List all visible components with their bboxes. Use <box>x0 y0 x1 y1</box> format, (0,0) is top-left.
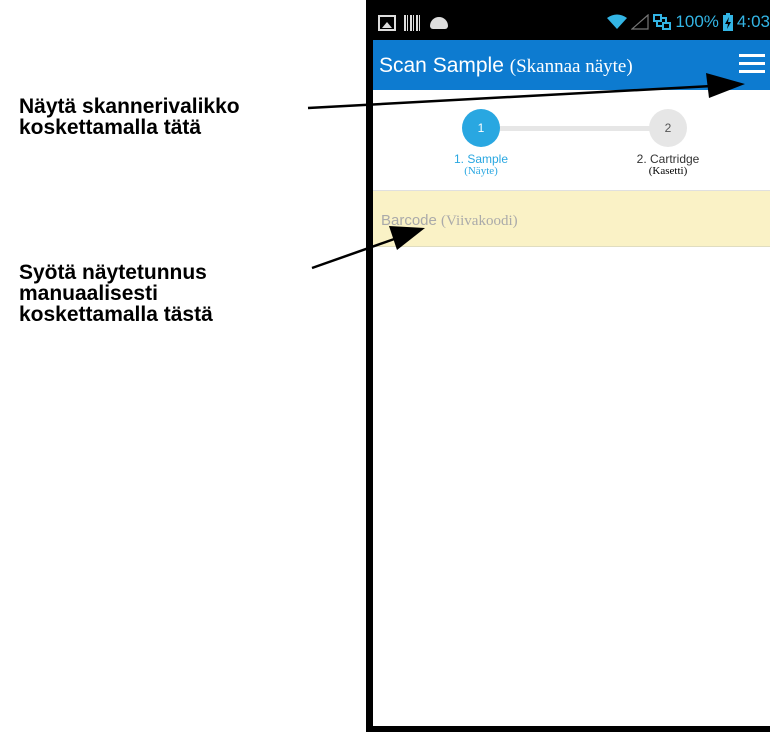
callout-line: koskettamalla tätä <box>19 116 202 139</box>
step-2-label: 2. Cartridge (Kasetti) <box>608 153 728 177</box>
callout-menu-instruction: Näytä skannerivalikko koskettamalla tätä <box>19 96 240 138</box>
step-1-circle[interactable]: 1 <box>462 109 500 147</box>
barcode-placeholder-text: Barcode <box>381 212 437 229</box>
step-1-label: 1. Sample (Näyte) <box>421 153 541 177</box>
barcode-placeholder: Barcode (Viivakoodi) <box>381 212 518 230</box>
phone-frame: 100% 4:03 Scan Sample (Skannaa näyte) 1 <box>366 0 770 732</box>
step-label-text: 1. Sample <box>453 152 509 166</box>
step-label-text: 2. Cartridge <box>636 152 700 166</box>
step-connector <box>483 126 668 131</box>
barcode-icon <box>404 15 422 31</box>
stepper: 1 2 1. Sample (Näyte) 2. Cartridge (Kase… <box>373 90 770 190</box>
callout-barcode-instruction: Syötä näytetunnus manuaalisesti kosketta… <box>19 262 213 325</box>
picture-icon <box>378 15 396 31</box>
phone-screen: 100% 4:03 Scan Sample (Skannaa näyte) 1 <box>373 8 770 726</box>
hamburger-menu-icon[interactable] <box>739 54 765 74</box>
clock-time: 4:03 <box>736 12 770 31</box>
android-icon <box>430 17 448 29</box>
page-title-text: Scan Sample <box>379 54 504 77</box>
battery-charging-icon <box>722 13 733 31</box>
status-bar: 100% 4:03 <box>373 8 770 40</box>
page-title: Scan Sample (Skannaa näyte) <box>379 54 633 78</box>
step-2-circle[interactable]: 2 <box>649 109 687 147</box>
barcode-placeholder-translation: (Viivakoodi) <box>441 213 518 229</box>
callout-line: Syötä näytetunnus <box>19 261 207 284</box>
page-title-translation: (Skannaa näyte) <box>509 56 633 77</box>
callout-line: Näytä skannerivalikko <box>19 95 240 118</box>
network-icon <box>653 14 672 30</box>
signal-icon <box>631 14 650 30</box>
battery-percent: 100% <box>675 12 719 31</box>
app-bar: Scan Sample (Skannaa näyte) <box>373 40 770 90</box>
callout-line: manuaalisesti <box>19 282 158 305</box>
barcode-input-field[interactable]: Barcode (Viivakoodi) <box>373 191 770 247</box>
wifi-icon <box>607 14 628 29</box>
callout-line: koskettamalla tästä <box>19 303 213 326</box>
step-label-translation: (Kasetti) <box>648 165 688 177</box>
step-label-translation: (Näyte) <box>464 165 498 177</box>
